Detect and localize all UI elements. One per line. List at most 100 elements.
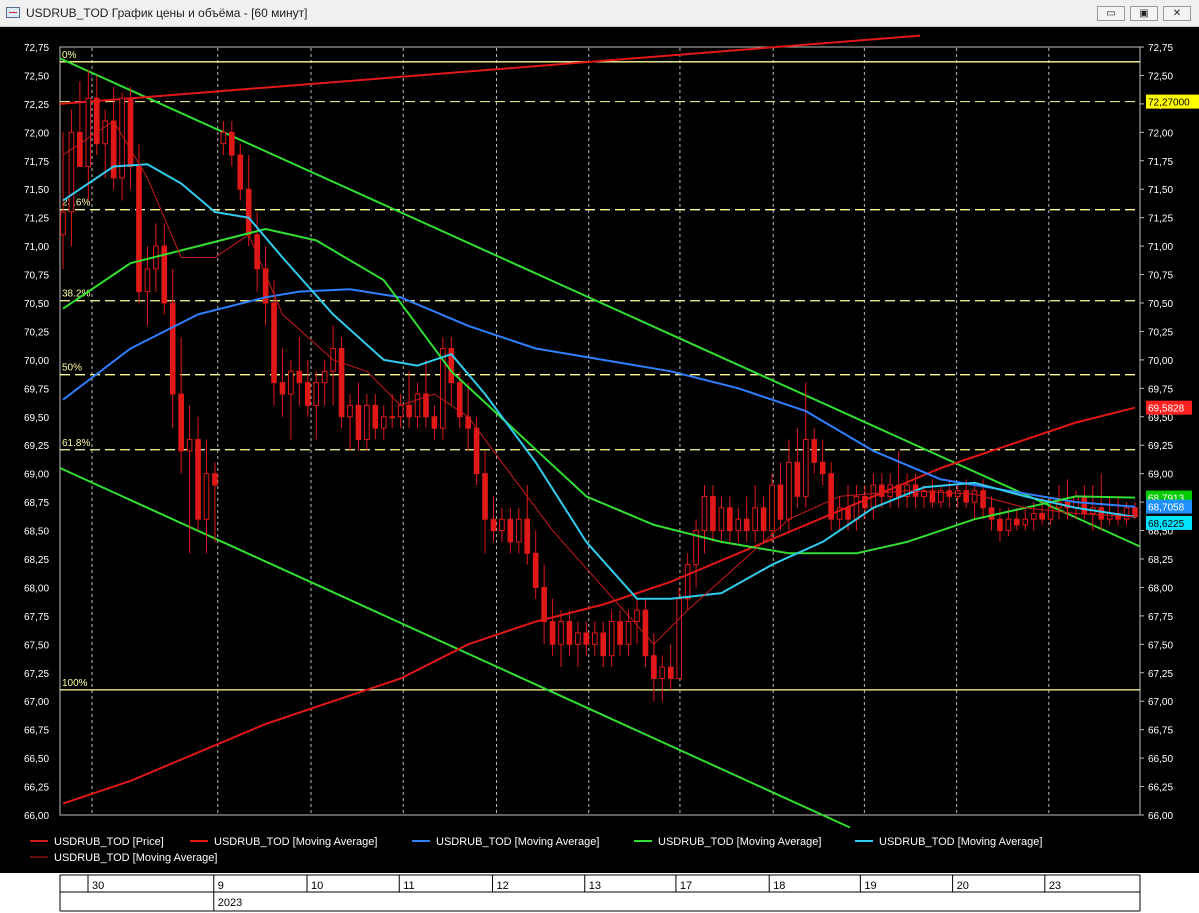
candle-body (667, 666, 674, 679)
candle-body (304, 382, 311, 406)
time-axis-day-label: 20 (957, 880, 969, 892)
candle-body (600, 632, 607, 657)
candle-body (212, 473, 218, 486)
time-axis-year-label: 2023 (218, 897, 242, 909)
candle-body (583, 632, 590, 645)
legend-label[interactable]: USDRUB_TOD [Moving Average] (54, 852, 217, 864)
y-tick-label-right: 67,50 (1148, 640, 1173, 651)
candle-body (676, 598, 683, 679)
time-axis-day-label: 9 (218, 880, 224, 892)
y-tick-label-right: 66,75 (1148, 726, 1173, 737)
candle-body (532, 552, 539, 588)
legend-label[interactable]: USDRUB_TOD [Moving Average] (658, 836, 821, 848)
candle-body (828, 473, 834, 520)
candle-body (397, 404, 404, 418)
y-tick-label-left: 71,50 (24, 185, 49, 196)
candle-body (988, 507, 995, 520)
y-tick-label-right: 66,25 (1148, 783, 1173, 794)
y-tick-label-left: 66,75 (24, 726, 49, 737)
candle-body (760, 507, 767, 532)
candle-body (946, 490, 953, 497)
candle-body (1039, 512, 1045, 520)
candle-body (178, 393, 184, 452)
candle-body (524, 518, 531, 554)
time-axis-day-label: 11 (403, 880, 414, 892)
candle-body (1022, 518, 1029, 526)
candle-body (499, 518, 505, 532)
y-tick-label-right: 69,75 (1148, 384, 1173, 395)
candle-body (237, 154, 244, 190)
y-tick-label-left: 72,75 (24, 43, 49, 54)
time-axis-day-label: 12 (497, 880, 509, 892)
candle-body (862, 495, 868, 509)
candle-body (963, 490, 970, 503)
candle-body (1106, 512, 1113, 520)
legend-label[interactable]: USDRUB_TOD [Moving Average] (436, 836, 599, 848)
candle-body (718, 507, 725, 532)
candle-body (684, 564, 691, 600)
candle-body (566, 621, 573, 645)
time-axis-day-label: 30 (92, 880, 104, 892)
y-tick-label-left: 67,25 (24, 669, 49, 680)
candle-body (169, 302, 176, 395)
y-tick-label-right: 67,25 (1148, 669, 1173, 680)
candle-body (195, 439, 201, 520)
candle-body (347, 404, 353, 418)
y-tick-label-right: 68,25 (1148, 555, 1173, 566)
legend-label[interactable]: USDRUB_TOD [Price] (54, 836, 164, 848)
close-button[interactable]: ✕ (1163, 6, 1191, 21)
candle-body (625, 621, 632, 645)
y-tick-label-left: 68,50 (24, 527, 49, 538)
candle-body (60, 211, 66, 236)
candle-body (794, 461, 801, 497)
y-tick-label-left: 71,75 (24, 157, 49, 168)
y-tick-label-left: 67,00 (24, 697, 49, 708)
candle-body (1030, 512, 1037, 520)
y-tick-label-left: 66,50 (24, 754, 49, 765)
y-tick-label-right: 71,75 (1148, 157, 1173, 168)
window-title: USDRUB_TOD График цены и объёма - [60 ми… (26, 6, 308, 20)
candle-body (372, 404, 379, 429)
y-tick-label-right: 70,75 (1148, 271, 1173, 282)
minimize-button[interactable]: ▭ (1097, 6, 1125, 21)
fib-level-label: 61.8% (62, 438, 90, 449)
candle-body (1005, 518, 1012, 532)
candle-body (338, 348, 345, 418)
fib-level-label: 0% (62, 50, 77, 61)
candle-body (313, 382, 320, 406)
time-axis-day-label: 17 (680, 880, 692, 892)
candle-body (355, 404, 362, 441)
candle-body (997, 518, 1003, 532)
candle-body (811, 439, 818, 463)
fib-level-label: 100% (62, 678, 88, 689)
candle-body (575, 632, 581, 645)
candle-body (1132, 507, 1138, 518)
candle-body (541, 586, 547, 623)
y-tick-label-left: 72,00 (24, 128, 49, 139)
y-tick-label-right: 66,50 (1148, 754, 1173, 765)
y-tick-label-right: 71,50 (1148, 185, 1173, 196)
y-tick-label-right: 69,00 (1148, 470, 1173, 481)
candle-body (802, 439, 809, 497)
price-chart[interactable]: 72,7572,7572,5072,5072,2572,2572,0072,00… (0, 27, 1199, 873)
y-tick-label-left: 67,50 (24, 640, 49, 651)
y-tick-label-right: 70,00 (1148, 356, 1173, 367)
y-tick-label-left: 69,50 (24, 413, 49, 424)
y-tick-label-left: 70,75 (24, 271, 49, 282)
candle-body (608, 621, 615, 657)
y-tick-label-left: 72,25 (24, 100, 49, 111)
candle-body (482, 473, 488, 520)
candle-body (971, 490, 978, 503)
y-tick-label-left: 69,75 (24, 384, 49, 395)
candle-body (245, 188, 252, 236)
legend-label[interactable]: USDRUB_TOD [Moving Average] (214, 836, 377, 848)
restore-button[interactable]: ▣ (1130, 6, 1158, 21)
y-tick-label-left: 68,00 (24, 583, 49, 594)
candle-body (279, 382, 286, 395)
price-tag-text: 69,5828 (1148, 404, 1185, 415)
candle-body (634, 609, 640, 623)
y-tick-label-left: 71,25 (24, 214, 49, 225)
candle-body (220, 131, 227, 145)
candle-body (431, 416, 438, 429)
legend-label[interactable]: USDRUB_TOD [Moving Average] (879, 836, 1042, 848)
